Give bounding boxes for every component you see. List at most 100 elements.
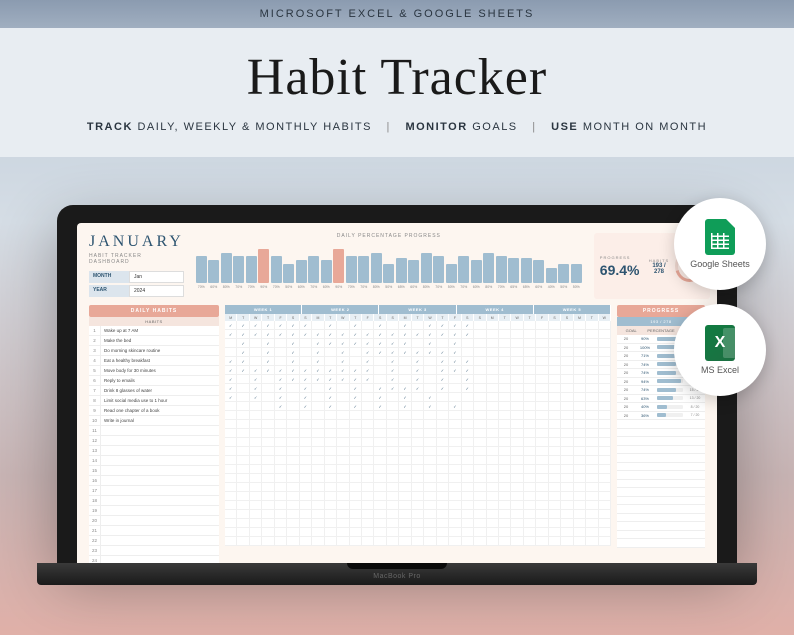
habit-cell[interactable]: [536, 492, 548, 500]
habit-cell[interactable]: [574, 501, 586, 509]
habit-row[interactable]: 2Make the bed: [89, 336, 219, 346]
habit-cell[interactable]: [586, 528, 598, 536]
habit-cell[interactable]: [437, 438, 449, 446]
habit-cell[interactable]: [275, 429, 287, 437]
habit-cell[interactable]: [225, 465, 237, 473]
habit-cell[interactable]: [262, 330, 274, 338]
habit-cell[interactable]: [586, 366, 598, 374]
habit-cell[interactable]: [586, 537, 598, 545]
habit-cell[interactable]: [561, 348, 573, 356]
habit-cell[interactable]: [237, 483, 249, 491]
habit-cell[interactable]: [599, 438, 611, 446]
habit-cell[interactable]: [337, 411, 349, 419]
habit-cell[interactable]: [300, 474, 312, 482]
habit-cell[interactable]: [312, 537, 324, 545]
habit-row[interactable]: 19: [89, 506, 219, 516]
habit-cell[interactable]: [374, 429, 386, 437]
habit-cell[interactable]: [487, 384, 499, 392]
habit-cell[interactable]: [287, 366, 299, 374]
habit-cell[interactable]: [337, 321, 349, 329]
habit-cell[interactable]: [599, 348, 611, 356]
habit-cell[interactable]: [462, 375, 474, 383]
habit-cell[interactable]: [362, 537, 374, 545]
habit-cell[interactable]: [387, 447, 399, 455]
habit-cell[interactable]: [412, 393, 424, 401]
habit-cell[interactable]: [287, 420, 299, 428]
habit-cell[interactable]: [225, 393, 237, 401]
habit-cell[interactable]: [312, 402, 324, 410]
habit-cell[interactable]: [487, 537, 499, 545]
habit-cell[interactable]: [561, 375, 573, 383]
habit-cell[interactable]: [574, 465, 586, 473]
habit-cell[interactable]: [599, 447, 611, 455]
habit-cell[interactable]: [424, 465, 436, 473]
habit-cell[interactable]: [599, 501, 611, 509]
habit-cell[interactable]: [549, 492, 561, 500]
habit-cell[interactable]: [350, 519, 362, 527]
habit-cell[interactable]: [300, 483, 312, 491]
habit-cell[interactable]: [574, 456, 586, 464]
habit-cell[interactable]: [449, 411, 461, 419]
habit-cell[interactable]: [511, 510, 523, 518]
habit-cell[interactable]: [412, 348, 424, 356]
habit-cell[interactable]: [312, 321, 324, 329]
habit-cell[interactable]: [387, 348, 399, 356]
habit-cell[interactable]: [374, 501, 386, 509]
habit-cell[interactable]: [374, 321, 386, 329]
habit-cell[interactable]: [449, 393, 461, 401]
habit-cell[interactable]: [549, 330, 561, 338]
habit-cell[interactable]: [536, 456, 548, 464]
habit-cell[interactable]: [536, 474, 548, 482]
habit-cell[interactable]: [250, 501, 262, 509]
habit-cell[interactable]: [350, 321, 362, 329]
habit-cell[interactable]: [325, 339, 337, 347]
habit-cell[interactable]: [511, 501, 523, 509]
habit-cell[interactable]: [350, 366, 362, 374]
habit-cell[interactable]: [487, 519, 499, 527]
habit-cell[interactable]: [337, 366, 349, 374]
habit-cell[interactable]: [399, 420, 411, 428]
habit-cell[interactable]: [462, 384, 474, 392]
habit-cell[interactable]: [325, 537, 337, 545]
habit-cell[interactable]: [262, 420, 274, 428]
habit-cell[interactable]: [549, 483, 561, 491]
habit-cell[interactable]: [574, 357, 586, 365]
habit-row[interactable]: 10Write in journal: [89, 416, 219, 426]
habit-cell[interactable]: [437, 528, 449, 536]
habit-cell[interactable]: [287, 411, 299, 419]
habit-cell[interactable]: [250, 420, 262, 428]
habit-cell[interactable]: [511, 447, 523, 455]
habit-cell[interactable]: [599, 330, 611, 338]
habit-cell[interactable]: [511, 492, 523, 500]
habit-cell[interactable]: [300, 330, 312, 338]
habit-cell[interactable]: [536, 447, 548, 455]
habit-cell[interactable]: [362, 375, 374, 383]
habit-cell[interactable]: [511, 429, 523, 437]
habit-cell[interactable]: [275, 501, 287, 509]
habit-row[interactable]: 15: [89, 466, 219, 476]
habit-cell[interactable]: [237, 420, 249, 428]
habit-cell[interactable]: [350, 411, 362, 419]
habit-cell[interactable]: [474, 465, 486, 473]
habit-cell[interactable]: [524, 519, 536, 527]
habit-cell[interactable]: [524, 528, 536, 536]
habit-cell[interactable]: [387, 438, 399, 446]
habit-cell[interactable]: [350, 501, 362, 509]
habit-cell[interactable]: [337, 474, 349, 482]
habit-cell[interactable]: [362, 474, 374, 482]
habit-cell[interactable]: [524, 402, 536, 410]
habit-cell[interactable]: [449, 537, 461, 545]
habit-cell[interactable]: [237, 474, 249, 482]
habit-cell[interactable]: [474, 501, 486, 509]
habit-cell[interactable]: [399, 537, 411, 545]
habit-cell[interactable]: [474, 474, 486, 482]
habit-cell[interactable]: [287, 483, 299, 491]
habit-cell[interactable]: [262, 501, 274, 509]
habit-cell[interactable]: [437, 375, 449, 383]
habit-cell[interactable]: [250, 465, 262, 473]
habit-cell[interactable]: [536, 420, 548, 428]
habit-cell[interactable]: [250, 339, 262, 347]
habit-cell[interactable]: [387, 393, 399, 401]
habit-cell[interactable]: [449, 474, 461, 482]
habit-cell[interactable]: [362, 411, 374, 419]
